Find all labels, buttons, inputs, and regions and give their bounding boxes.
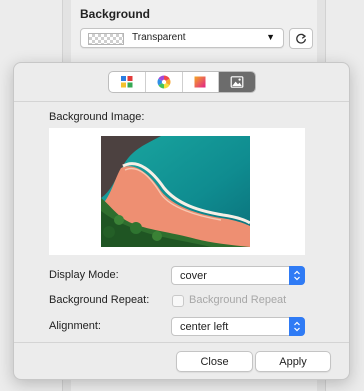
close-button[interactable]: Close — [176, 351, 253, 372]
tab-color-wheel[interactable] — [146, 72, 183, 92]
display-mode-select[interactable]: cover — [171, 266, 305, 285]
background-image-preview — [101, 136, 250, 247]
alignment-select[interactable]: center left — [171, 317, 305, 336]
select-stepper-icon — [289, 317, 305, 336]
background-image-label: Background Image: — [49, 111, 145, 123]
apply-button[interactable]: Apply — [255, 351, 331, 372]
background-repeat-checkbox[interactable] — [172, 295, 184, 307]
background-repeat-label: Background Repeat: — [49, 294, 150, 306]
background-section-title: Background — [80, 7, 151, 21]
display-mode-label: Display Mode: — [49, 269, 119, 281]
popover-divider-top — [14, 101, 349, 102]
background-type-select[interactable]: Transparent ▼ — [80, 28, 284, 48]
background-mode-tabs — [108, 71, 256, 93]
gradient-icon — [194, 76, 206, 88]
color-wheel-icon — [157, 75, 171, 89]
caret-down-icon: ▼ — [266, 32, 275, 42]
background-popover: Background Image: Display Mode: cover Ba… — [13, 62, 350, 380]
transparent-swatch — [88, 33, 124, 45]
select-stepper-icon — [289, 266, 305, 285]
background-type-value: Transparent — [132, 32, 186, 43]
image-icon — [230, 76, 244, 88]
alignment-value: center left — [180, 321, 229, 333]
reset-icon — [296, 33, 306, 44]
reset-button[interactable] — [289, 28, 313, 49]
background-repeat-checkbox-label: Background Repeat — [189, 294, 287, 306]
alignment-label: Alignment: — [49, 320, 101, 332]
tab-gradient[interactable] — [183, 72, 220, 92]
popover-divider-bottom — [14, 342, 349, 343]
tab-color-palette[interactable] — [109, 72, 146, 92]
color-palette-grid-icon — [120, 76, 133, 88]
tab-image[interactable] — [219, 72, 255, 92]
display-mode-value: cover — [180, 270, 207, 282]
